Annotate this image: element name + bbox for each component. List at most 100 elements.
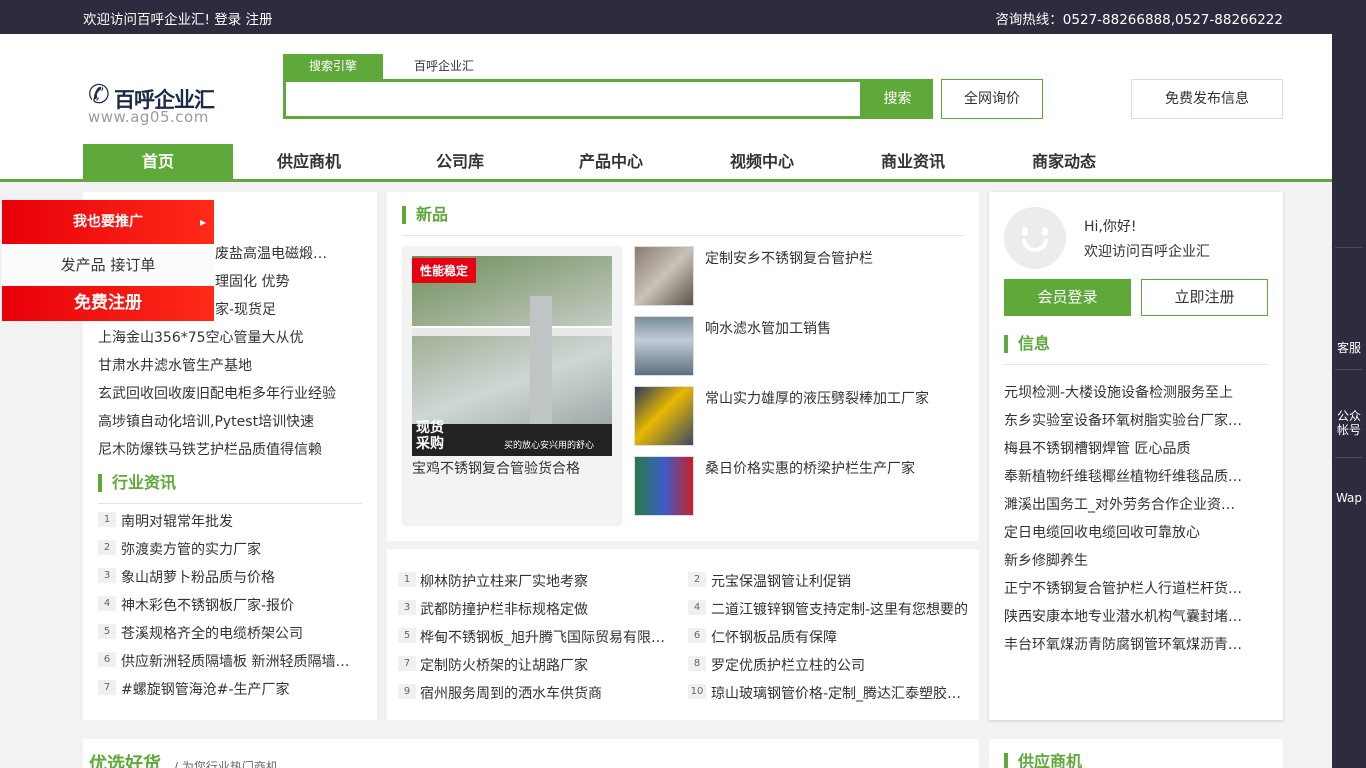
info-item[interactable]: 梅县不锈钢槽钢焊管 匠心品质 [1004,438,1266,458]
nav-supply[interactable]: 供应商机 [234,144,384,179]
divider [1335,457,1363,458]
featured-product-card[interactable]: 性能稳定 现货 采购 买的放心安兴用的舒心 宝鸡不锈钢复合管验货合格 [402,246,622,526]
logo-url: www.ag05.com [88,108,209,126]
list-item[interactable]: 仁怀钢板品质有保障 [711,627,971,647]
image-badge: 现货 采购 [416,420,444,452]
list-item[interactable]: 理固化 优势 [215,271,365,291]
divider [1335,369,1363,370]
featured-goods-subtitle: / 为您行业热门商机 [174,760,278,768]
divider [402,235,963,236]
nav-videos[interactable]: 视频中心 [687,144,837,179]
rank-number: 1 [98,512,116,527]
list-item[interactable]: 甘肃水井滤水管生产基地 [98,355,363,375]
product-thumbnail[interactable] [634,316,694,376]
rank-number: 2 [98,540,116,555]
list-item[interactable]: 宿州服务周到的洒水车供货商 [420,683,675,703]
orders-link[interactable]: 发产品 接订单 [2,244,214,286]
list-item[interactable]: 上海金山356*75空心管量大从优 [98,327,363,347]
rank-number: 6 [98,652,116,667]
list-item[interactable]: 武都防撞护栏非标规格定做 [420,599,675,619]
new-product-item[interactable]: 桑日价格实惠的桥梁护栏生产厂家 [705,458,965,478]
rank-number: 7 [398,656,416,671]
divider [1004,364,1267,365]
promote-button[interactable]: 我也要推广 ▸ [2,200,214,244]
info-title: 信息 [1004,335,1050,353]
list-item[interactable]: 尼木防爆铁马铁艺护栏品质值得信赖 [98,439,363,459]
info-item[interactable]: 濉溪出国务工_对外劳务合作企业资… [1004,494,1266,514]
rank-number: 8 [688,656,706,671]
inquiry-button[interactable]: 全网询价 [941,79,1043,119]
member-login-button[interactable]: 会员登录 [1004,279,1131,316]
list-item[interactable]: 元宝保温钢管让利促销 [711,571,971,591]
list-item[interactable]: 家-现货足 [215,299,365,319]
nav-companies[interactable]: 公司库 [385,144,535,179]
publish-button[interactable]: 免费发布信息 [1131,79,1283,119]
search-input[interactable] [283,79,863,119]
image-tag: 性能稳定 [412,258,477,283]
industry-news-item[interactable]: 苍溪规格齐全的电缆桥架公司 [121,623,361,643]
info-item[interactable]: 正宁不锈钢复合管护栏人行道栏杆货… [1004,578,1266,598]
list-item[interactable]: 罗定优质护栏立柱的公司 [711,655,971,675]
product-thumbnail[interactable] [634,386,694,446]
nav-products[interactable]: 产品中心 [536,144,686,179]
public-account-link[interactable]: 公众 帐号 [1332,409,1366,437]
industry-news-item[interactable]: 神木彩色不锈钢板厂家-报价 [121,595,361,615]
welcome-text[interactable]: 欢迎访问百呼企业汇! 登录 注册 [83,8,273,28]
wap-link[interactable]: Wap [1332,491,1366,505]
new-product-item[interactable]: 常山实力雄厚的液压劈裂棒加工厂家 [705,388,965,408]
new-product-item[interactable]: 响水滤水管加工销售 [705,318,965,338]
list-item[interactable]: 废盐高温电磁煅… [215,243,365,263]
search-button[interactable]: 搜索 [862,79,933,119]
main-nav: 首页 供应商机 公司库 产品中心 视频中心 商业资讯 商家动态 [0,144,1332,182]
rank-number: 3 [398,600,416,615]
info-item[interactable]: 元坝检测-大楼设施设备检测服务至上 [1004,382,1266,402]
info-item[interactable]: 陕西安康本地专业潜水机构气囊封堵… [1004,606,1266,626]
rank-number: 7 [98,680,116,695]
hotline-text: 咨询热线：0527-88266888,0527-88266222 [995,12,1283,28]
list-item[interactable]: 桦甸不锈钢板_旭升腾飞国际贸易有限… [420,627,675,647]
nav-news[interactable]: 商业资讯 [838,144,988,179]
tab-site-search[interactable]: 百呼企业汇 [414,54,474,79]
info-item[interactable]: 东乡实验室设备环氧树脂实验台厂家… [1004,410,1266,430]
rank-number: 10 [688,684,706,699]
featured-product-caption[interactable]: 宝鸡不锈钢复合管验货合格 [412,458,580,478]
avatar [1004,207,1066,269]
divider [1335,247,1363,248]
info-item[interactable]: 丰台环氧煤沥青防腐钢管环氧煤沥青… [1004,634,1266,654]
rank-number: 4 [688,600,706,615]
info-item[interactable]: 新乡修脚养生 [1004,550,1266,570]
free-register-button[interactable]: 免费注册 [2,286,214,321]
featured-goods-title: 优选好货 [89,754,161,768]
divider [98,503,362,504]
product-thumbnail[interactable] [634,456,694,516]
new-products-title: 新品 [402,206,448,224]
rank-number: 6 [688,628,706,643]
new-product-item[interactable]: 定制安乡不锈钢复合管护栏 [705,248,965,268]
info-item[interactable]: 定日电缆回收电缆回收可靠放心 [1004,522,1266,542]
rank-number: 5 [98,624,116,639]
industry-news-title: 行业资讯 [98,474,176,492]
list-item[interactable]: 柳林防护立柱来厂实地考察 [420,571,675,591]
right-sidebar: 客服 公众 帐号 Wap [1332,34,1366,768]
register-button[interactable]: 立即注册 [1141,279,1268,316]
list-item[interactable]: 二道江镀锌钢管支持定制-这里有您想要的 [711,599,971,619]
site-logo[interactable]: ✆ 百呼企业汇 www.ag05.com [88,82,223,128]
industry-news-item[interactable]: #螺旋钢管海沧#-生产厂家 [121,679,361,699]
industry-news-item[interactable]: 供应新洲轻质隔墙板 新洲轻质隔墙… [121,651,361,671]
tab-search-engine[interactable]: 搜索引擎 [283,54,383,79]
list-item[interactable]: 琼山玻璃钢管价格-定制_腾达汇泰塑胶… [711,683,971,703]
list-item[interactable]: 玄武回收回收废旧配电柜多年行业经验 [98,383,363,403]
greeting: Hi,你好! [1084,219,1137,235]
info-item[interactable]: 奉新植物纤维毯椰丝植物纤维毯品质… [1004,466,1266,486]
industry-news-item[interactable]: 南明对辊常年批发 [121,511,361,531]
product-image: 性能稳定 现货 采购 买的放心安兴用的舒心 [412,256,612,456]
chevron-right-icon: ▸ [199,215,206,229]
nav-merchant-news[interactable]: 商家动态 [989,144,1139,179]
industry-news-item[interactable]: 弥渡卖方管的实力厂家 [121,539,361,559]
list-item[interactable]: 定制防火桥架的让胡路厂家 [420,655,675,675]
nav-home[interactable]: 首页 [83,144,233,179]
product-thumbnail[interactable] [634,246,694,306]
list-item[interactable]: 高埗镇自动化培训,Pytest培训快速 [98,411,363,431]
customer-service-link[interactable]: 客服 [1332,341,1366,355]
industry-news-item[interactable]: 象山胡萝卜粉品质与价格 [121,567,361,587]
